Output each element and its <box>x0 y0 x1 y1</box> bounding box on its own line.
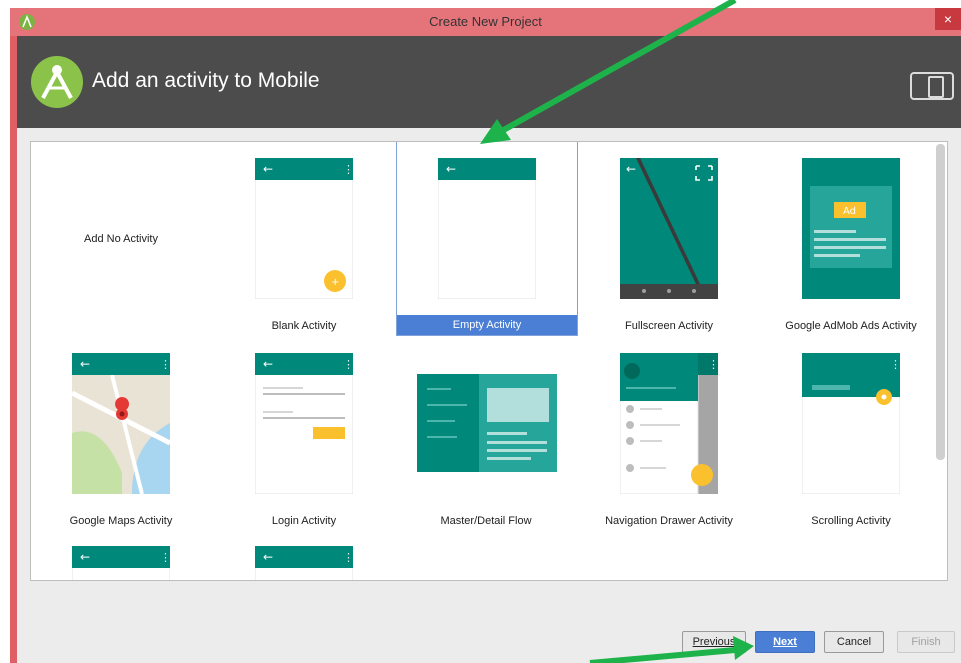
partial-tile-thumbnail[interactable]: ← ⋮ <box>255 546 353 581</box>
overflow-menu-icon: ⋮ <box>343 163 353 176</box>
tile-label: Google AdMob Ads Activity <box>785 320 917 332</box>
back-arrow-icon: ← <box>263 550 273 564</box>
tile-label: Navigation Drawer Activity <box>605 515 733 527</box>
blank-activity-thumbnail: ← ⋮ + <box>255 158 353 299</box>
tile-label: Empty Activity <box>397 315 577 335</box>
back-arrow-icon: ← <box>626 162 636 176</box>
admob-activity-thumbnail: Ad <box>802 158 900 299</box>
overflow-menu-icon: ⋮ <box>708 358 718 371</box>
overflow-menu-icon: ⋮ <box>343 551 353 564</box>
activity-gallery: Add No Activity ← ⋮ + Blank Activity ← E… <box>30 141 948 581</box>
next-button[interactable]: Next <box>755 631 815 653</box>
tile-label: Scrolling Activity <box>811 515 891 527</box>
tile-label: Google Maps Activity <box>69 515 173 527</box>
maps-activity-thumbnail: ← ⋮ <box>72 353 170 494</box>
wizard-header: Add an activity to Mobile <box>17 36 961 128</box>
scrolling-activity-thumbnail: ⋮ <box>802 353 900 494</box>
phone-tablet-icon <box>910 72 954 100</box>
tile-admob-activity[interactable]: Ad Google AdMob Ads Activity <box>761 142 941 335</box>
overflow-menu-icon: ⋮ <box>890 358 900 371</box>
back-arrow-icon: ← <box>80 357 90 371</box>
tile-label: Master/Detail Flow <box>440 515 532 527</box>
tile-empty-activity[interactable]: ← Empty Activity <box>396 142 578 336</box>
back-arrow-icon: ← <box>80 550 90 564</box>
wizard-content: Add No Activity ← ⋮ + Blank Activity ← E… <box>17 128 961 663</box>
back-arrow-icon: ← <box>263 162 273 176</box>
fullscreen-activity-thumbnail: ← <box>620 158 718 299</box>
create-project-window: Create New Project × Add an activity to … <box>10 8 961 663</box>
partial-tile-thumbnail[interactable]: ← ⋮ <box>72 546 170 581</box>
tile-master-detail-flow[interactable]: Master/Detail Flow <box>396 338 576 531</box>
tile-label: Blank Activity <box>271 320 337 332</box>
login-activity-thumbnail: ← ⋮ <box>255 353 353 494</box>
wizard-button-bar: Previous Next Cancel Finish <box>17 631 961 653</box>
close-window-button[interactable]: × <box>935 8 961 30</box>
tile-navigation-drawer-activity[interactable]: ⋮ Navigation Drawer Activity <box>579 338 759 531</box>
master-detail-thumbnail <box>417 374 557 472</box>
tile-label: Fullscreen Activity <box>624 320 714 332</box>
overflow-menu-icon: ⋮ <box>160 358 170 371</box>
svg-text:+: + <box>331 277 339 288</box>
page-title: Add an activity to Mobile <box>92 69 320 92</box>
tile-login-activity[interactable]: ← ⋮ Login Activity <box>214 338 394 531</box>
tile-scrolling-activity[interactable]: ⋮ Scrolling Activity <box>761 338 941 531</box>
back-arrow-icon: ← <box>263 357 273 371</box>
overflow-menu-icon: ⋮ <box>343 358 353 371</box>
navigation-drawer-thumbnail: ⋮ <box>620 353 718 494</box>
cancel-button[interactable]: Cancel <box>824 631 884 653</box>
title-bar: Create New Project × <box>10 8 961 36</box>
tile-fullscreen-activity[interactable]: ← Fullscreen Activity <box>579 142 759 335</box>
android-studio-logo-icon <box>31 56 83 108</box>
ad-badge: Ad <box>843 206 856 217</box>
tile-label: Add No Activity <box>84 233 158 245</box>
previous-button[interactable]: Previous <box>682 631 746 653</box>
tile-add-no-activity[interactable]: Add No Activity <box>31 142 211 335</box>
overflow-menu-icon: ⋮ <box>160 551 170 564</box>
back-arrow-icon: ← <box>446 162 456 176</box>
tile-google-maps-activity[interactable]: ← ⋮ Google Maps Activity <box>31 338 211 531</box>
empty-activity-thumbnail: ← <box>438 158 536 299</box>
tile-label: Login Activity <box>271 515 337 527</box>
tile-blank-activity[interactable]: ← ⋮ + Blank Activity <box>214 142 394 335</box>
window-title: Create New Project <box>429 14 542 29</box>
finish-button[interactable]: Finish <box>897 631 955 653</box>
